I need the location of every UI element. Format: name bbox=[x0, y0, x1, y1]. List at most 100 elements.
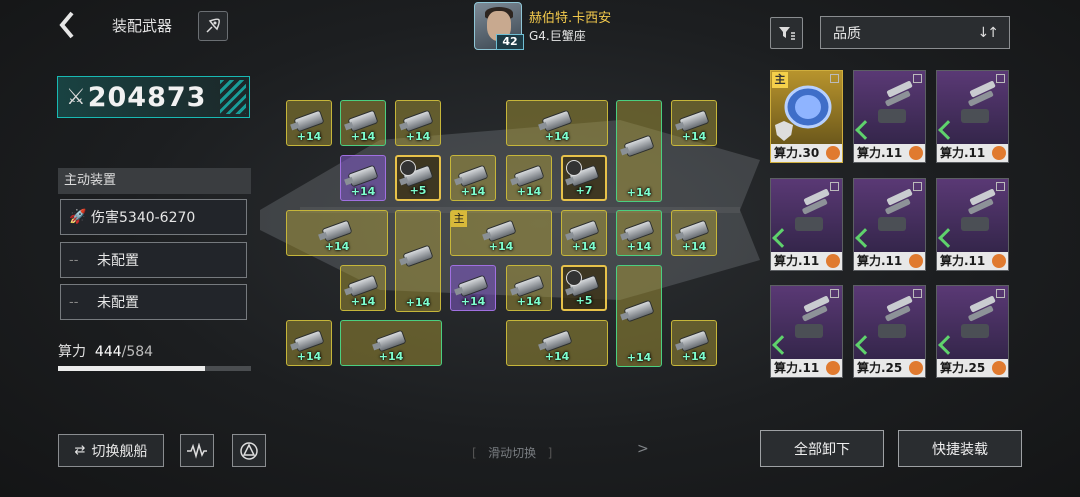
active-device-slot-3[interactable]: -- 未配置 bbox=[60, 284, 247, 320]
equipment-cell[interactable]: +14 bbox=[616, 100, 662, 202]
weapon-icon bbox=[458, 275, 488, 296]
compute-max: /584 bbox=[121, 344, 154, 360]
rocket-icon bbox=[206, 18, 220, 33]
inventory-item[interactable]: 算力.11 bbox=[936, 70, 1009, 163]
weapon-icon bbox=[348, 110, 378, 131]
upgrade-level: +14 bbox=[681, 240, 707, 253]
equipment-cell[interactable]: +14 bbox=[340, 265, 386, 311]
equipment-cell[interactable]: +14 bbox=[395, 210, 441, 312]
inventory-panel[interactable]: 主算力.30 算力.11 算力.11 算力.11 算力.11 算力.11 算力.11 算力.2… bbox=[760, 62, 1017, 422]
weapon-icon bbox=[624, 300, 654, 322]
active-device-header: 主动装置 bbox=[58, 168, 251, 194]
shield-icon bbox=[775, 121, 793, 141]
select-checkbox[interactable] bbox=[996, 289, 1005, 298]
inventory-item[interactable]: 算力.11 bbox=[770, 285, 843, 378]
equipment-cell[interactable]: +14 bbox=[340, 155, 386, 201]
upgrade-level: +14 bbox=[350, 130, 376, 143]
weapon-icon bbox=[679, 220, 709, 241]
filter-button[interactable] bbox=[770, 17, 803, 49]
upgrade-level: +14 bbox=[378, 350, 404, 363]
active-device-slot-1[interactable]: 🚀 伤害5340-6270 bbox=[60, 199, 247, 235]
slot-dash: -- bbox=[69, 252, 79, 268]
equipment-cell[interactable]: +14 bbox=[506, 320, 608, 366]
upgrade-level: +14 bbox=[296, 130, 322, 143]
equipment-cell[interactable]: +14 bbox=[286, 210, 388, 256]
inventory-item[interactable]: 算力.11 bbox=[936, 178, 1009, 271]
unload-all-button[interactable]: 全部卸下 bbox=[760, 430, 884, 467]
equipment-cell[interactable]: +14 bbox=[671, 320, 717, 366]
turret-icon bbox=[961, 81, 996, 123]
inventory-item[interactable]: 算力.11 bbox=[770, 178, 843, 271]
equipment-cell[interactable]: +14 bbox=[340, 320, 442, 366]
inventory-item[interactable]: 主算力.30 bbox=[770, 70, 843, 163]
equipment-cell[interactable]: +14 bbox=[286, 320, 332, 366]
slot-dash: -- bbox=[69, 294, 79, 310]
equipment-cell[interactable]: +7 bbox=[561, 155, 607, 201]
inventory-item[interactable]: 算力.11 bbox=[853, 178, 926, 271]
equipment-cell[interactable]: +14 bbox=[286, 100, 332, 146]
core-emblem-icon bbox=[400, 160, 416, 176]
upgrade-level: +14 bbox=[544, 130, 570, 143]
equipment-cell[interactable]: +14 bbox=[616, 265, 662, 367]
switch-ship-button[interactable]: ⇄ 切换舰船 bbox=[58, 434, 164, 467]
select-checkbox[interactable] bbox=[996, 74, 1005, 83]
gear-icon bbox=[909, 254, 923, 268]
quick-equip-button[interactable]: 快捷装载 bbox=[898, 430, 1022, 467]
select-checkbox[interactable] bbox=[830, 289, 839, 298]
upgrade-level: +14 bbox=[571, 240, 597, 253]
equipment-cell[interactable]: +14 bbox=[671, 210, 717, 256]
rocket-button[interactable] bbox=[198, 11, 228, 41]
upgrade-level: +14 bbox=[516, 185, 542, 198]
inventory-item[interactable]: 算力.25 bbox=[936, 285, 1009, 378]
quality-sort-select[interactable]: 品质 ↓↑ bbox=[820, 16, 1010, 49]
equipment-cell[interactable]: +14 bbox=[450, 265, 496, 311]
equipment-cell[interactable]: 主 +14 bbox=[450, 210, 552, 256]
inventory-item[interactable]: 算力.25 bbox=[853, 285, 926, 378]
gear-icon bbox=[992, 361, 1006, 375]
turret-icon bbox=[878, 189, 913, 231]
equipment-cell[interactable]: +14 bbox=[561, 210, 607, 256]
upgrade-level: +14 bbox=[460, 185, 486, 198]
select-checkbox[interactable] bbox=[996, 182, 1005, 191]
page-title: 装配武器 bbox=[112, 17, 173, 35]
waveform-button[interactable] bbox=[180, 434, 214, 467]
swap-icon: ⇄ bbox=[74, 443, 86, 458]
back-button[interactable] bbox=[56, 10, 82, 40]
weapon-icon bbox=[569, 220, 599, 241]
equipment-cell[interactable]: +14 bbox=[450, 155, 496, 201]
select-checkbox[interactable] bbox=[913, 182, 922, 191]
turret-icon bbox=[795, 189, 830, 231]
upgrade-level: +14 bbox=[681, 130, 707, 143]
upgrade-level: +14 bbox=[350, 295, 376, 308]
swipe-next-icon[interactable]: > bbox=[637, 441, 649, 457]
main-weapon-tag: 主 bbox=[451, 211, 467, 227]
equipment-cell[interactable]: +14 bbox=[506, 155, 552, 201]
weapon-icon bbox=[403, 110, 433, 131]
ship-view-button[interactable] bbox=[232, 434, 266, 467]
equipment-cell[interactable]: +14 bbox=[395, 100, 441, 146]
combat-power-box: ⚔ 204873 bbox=[57, 76, 250, 118]
inventory-item[interactable]: 算力.11 bbox=[853, 70, 926, 163]
select-checkbox[interactable] bbox=[830, 74, 839, 83]
select-checkbox[interactable] bbox=[830, 182, 839, 191]
upgrade-level: +14 bbox=[296, 350, 322, 363]
upgrade-level: +14 bbox=[405, 296, 431, 309]
select-checkbox[interactable] bbox=[913, 289, 922, 298]
select-checkbox[interactable] bbox=[913, 74, 922, 83]
gear-icon bbox=[909, 361, 923, 375]
equipment-cell[interactable]: +14 bbox=[671, 100, 717, 146]
equipment-cell[interactable]: +5 bbox=[561, 265, 607, 311]
equipment-cell[interactable]: +14 bbox=[616, 210, 662, 256]
upgrade-level: +14 bbox=[405, 130, 431, 143]
equipment-cell[interactable]: +14 bbox=[506, 265, 552, 311]
weapon-icon bbox=[348, 165, 378, 186]
equipment-cell[interactable]: +5 bbox=[395, 155, 441, 201]
upgrade-level: +14 bbox=[460, 295, 486, 308]
equipment-cell[interactable]: +14 bbox=[340, 100, 386, 146]
missile-icon: 🚀 bbox=[69, 209, 87, 225]
equipment-cell[interactable]: +14 bbox=[506, 100, 608, 146]
upgrade-level: +14 bbox=[516, 295, 542, 308]
active-device-slot-2[interactable]: -- 未配置 bbox=[60, 242, 247, 278]
slot-label: 伤害5340-6270 bbox=[91, 210, 196, 226]
compute-power-fill bbox=[58, 366, 205, 371]
